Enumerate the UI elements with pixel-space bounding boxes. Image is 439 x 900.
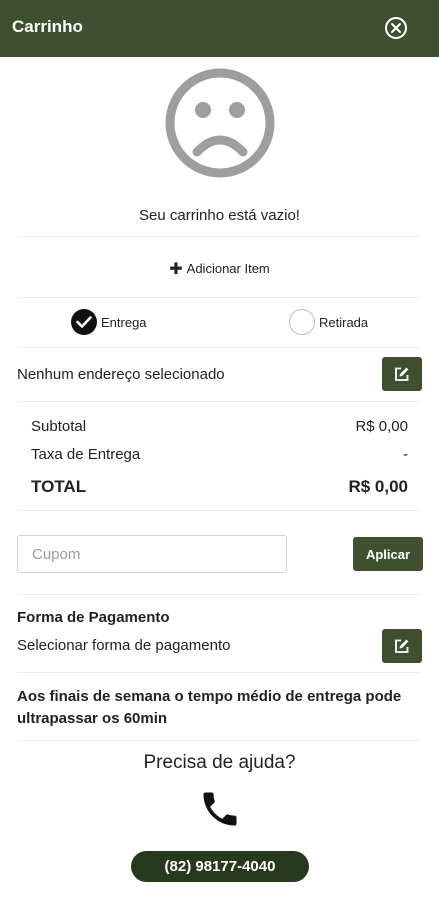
coupon-input[interactable] — [17, 535, 287, 573]
apply-coupon-button[interactable]: Aplicar — [353, 537, 423, 571]
delivery-fee-label: Taxa de Entrega — [31, 446, 141, 463]
app-header: Carrinho — [0, 0, 439, 57]
phone-icon[interactable] — [198, 787, 242, 831]
plus-icon: ✚ — [169, 261, 183, 278]
add-item-label: Adicionar Item — [186, 261, 270, 276]
payment-method-selector[interactable]: Selecionar forma de pagamento — [17, 637, 230, 654]
help-title: Precisa de ajuda? — [143, 752, 296, 773]
edit-icon — [395, 367, 409, 381]
check-icon — [71, 309, 97, 335]
sad-face-icon — [165, 68, 275, 178]
delivery-time-notice: Aos finais de semana o tempo médio de en… — [17, 688, 402, 727]
subtotal-value: R$ 0,00 — [355, 418, 408, 435]
divider — [17, 672, 422, 673]
phone-number-button[interactable]: (82) 98177-4040 — [131, 851, 309, 882]
edit-payment-button[interactable] — [382, 629, 422, 663]
edit-icon — [395, 639, 409, 653]
divider — [17, 740, 422, 741]
subtotal-label: Subtotal — [31, 418, 87, 435]
add-item-button[interactable]: ✚ Adicionar Item — [0, 259, 439, 279]
empty-cart-message: Seu carrinho está vazio! — [139, 207, 300, 224]
divider — [17, 347, 422, 348]
page-title: Carrinho — [12, 17, 83, 36]
delivery-option-label: Entrega — [101, 315, 147, 330]
address-label: Nenhum endereço selecionado — [17, 366, 225, 383]
divider — [17, 236, 422, 237]
divider — [17, 297, 422, 298]
divider — [17, 594, 422, 595]
delivery-option-label: Retirada — [319, 315, 369, 330]
radio-unchecked-icon — [289, 309, 315, 335]
total-value: R$ 0,00 — [348, 477, 408, 496]
payment-title: Forma de Pagamento — [17, 609, 170, 626]
delivery-option-entrega[interactable]: Entrega — [71, 309, 161, 335]
total-label: TOTAL — [31, 477, 87, 496]
divider — [17, 401, 422, 402]
divider — [17, 510, 422, 511]
close-icon[interactable] — [385, 17, 407, 39]
edit-address-button[interactable] — [382, 357, 422, 391]
delivery-fee-value: - — [403, 446, 408, 463]
delivery-option-retirada[interactable]: Retirada — [289, 309, 384, 335]
